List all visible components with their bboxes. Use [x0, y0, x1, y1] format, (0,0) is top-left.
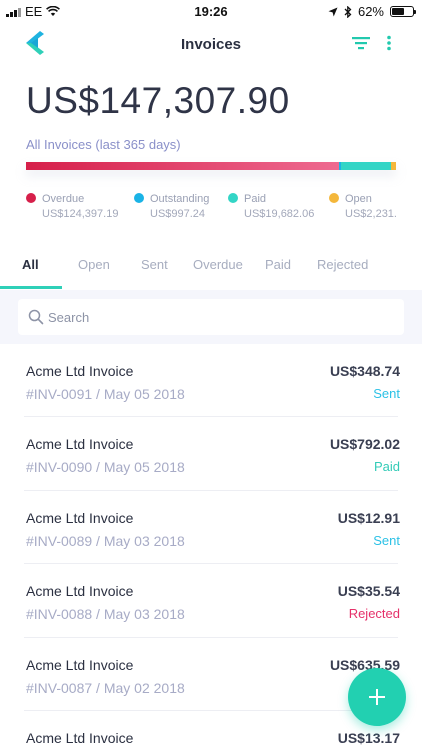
- battery-icon: [390, 6, 416, 17]
- outstanding-dot-icon: [134, 193, 144, 203]
- legend-value: US$997.24: [150, 208, 206, 220]
- battery-percent: 62%: [357, 4, 384, 19]
- invoice-number-date: #INV-0089 / May 03 2018: [26, 532, 185, 549]
- tab-sent[interactable]: Sent: [141, 257, 168, 272]
- invoice-number-date: #INV-0090 / May 05 2018: [26, 459, 185, 476]
- invoice-status: Sent: [373, 386, 400, 401]
- app-header: Invoices: [0, 26, 422, 62]
- invoice-name: Acme Ltd Invoice: [26, 656, 134, 673]
- legend-label: Overdue: [42, 193, 85, 205]
- invoice-name: Acme Ltd Invoice: [26, 436, 134, 453]
- tab-all[interactable]: All: [22, 257, 39, 272]
- legend-value: US$124,397.19: [42, 208, 119, 220]
- progress-segment-paid: [341, 162, 391, 170]
- filter-icon[interactable]: [352, 36, 370, 50]
- legend-value: US$2,231.: [345, 208, 397, 220]
- legend-label: Open: [345, 193, 372, 205]
- invoice-row[interactable]: Acme Ltd Invoice #INV-0090 / May 05 2018…: [24, 417, 400, 491]
- status-progress-bar: [26, 162, 396, 170]
- legend-item-open[interactable]: Open US$2,231.: [329, 192, 422, 224]
- invoice-name: Acme Ltd Invoice: [26, 363, 134, 379]
- status-right: 62%: [328, 4, 416, 19]
- plus-icon: [369, 689, 385, 705]
- more-vertical-icon[interactable]: [386, 35, 392, 51]
- invoice-status: Rejected: [348, 606, 400, 622]
- invoice-amount: US$13.17: [337, 729, 400, 746]
- search-input[interactable]: [48, 299, 388, 335]
- invoice-number-date: #INV-0087 / May 02 2018: [26, 679, 185, 696]
- progress-segment-open: [390, 162, 396, 170]
- overdue-dot-icon: [26, 193, 36, 203]
- open-dot-icon: [329, 193, 339, 203]
- invoice-row[interactable]: Acme Ltd Invoice #INV-0087 / May 02 2018…: [24, 638, 400, 711]
- search-bar: [0, 290, 422, 344]
- bluetooth-icon: [344, 5, 352, 18]
- total-amount: US$147,307.90: [26, 80, 290, 121]
- invoice-name: Acme Ltd Invoice: [26, 729, 134, 746]
- location-arrow-icon: [328, 7, 338, 16]
- invoice-amount: US$35.54: [337, 583, 400, 600]
- total-caption: All Invoices (last 365 days): [26, 137, 181, 152]
- invoice-amount: US$12.91: [337, 509, 400, 526]
- invoice-name: Acme Ltd Invoice: [26, 509, 134, 526]
- search-icon: [28, 309, 44, 325]
- invoice-row[interactable]: Acme Ltd Invoice #INV-0089 / May 03 2018…: [24, 491, 400, 565]
- tab-overdue[interactable]: Overdue: [193, 257, 243, 272]
- paid-dot-icon: [228, 193, 238, 203]
- invoice-number-date: #INV-0088 / May 03 2018: [26, 606, 185, 623]
- progress-segment-overdue: [26, 162, 339, 170]
- invoice-row[interactable]: Acme Ltd Invoice #INV-0088 / May 03 2018…: [24, 564, 400, 638]
- invoice-status: Sent: [373, 532, 400, 548]
- legend: Overdue US$124,397.19 Outstanding US$997…: [0, 192, 422, 224]
- legend-label: Outstanding: [150, 193, 210, 205]
- invoice-number-date: #INV-0091 / May 05 2018: [26, 386, 185, 402]
- tab-open[interactable]: Open: [78, 257, 110, 272]
- active-tab-indicator: [0, 286, 62, 289]
- tab-paid[interactable]: Paid: [265, 257, 291, 272]
- invoice-status: Paid: [373, 459, 400, 475]
- status-bar: EE 19:26 62%: [0, 0, 422, 22]
- legend-value: US$19,682.06: [244, 208, 315, 220]
- invoice-row[interactable]: Acme Ltd Invoice #INV-0091 / May 05 2018…: [24, 344, 400, 418]
- tab-rejected[interactable]: Rejected: [317, 257, 368, 272]
- invoice-amount: US$348.74: [329, 363, 400, 379]
- legend-label: Paid: [244, 193, 267, 205]
- add-invoice-button[interactable]: [348, 668, 406, 726]
- invoice-name: Acme Ltd Invoice: [26, 583, 134, 600]
- invoice-amount: US$792.02: [329, 436, 400, 453]
- search-box[interactable]: [18, 299, 404, 335]
- filter-tabs: All Open Sent Overdue Paid Rejected: [0, 254, 422, 290]
- invoice-row[interactable]: Acme Ltd Invoice US$13.17: [24, 711, 400, 750]
